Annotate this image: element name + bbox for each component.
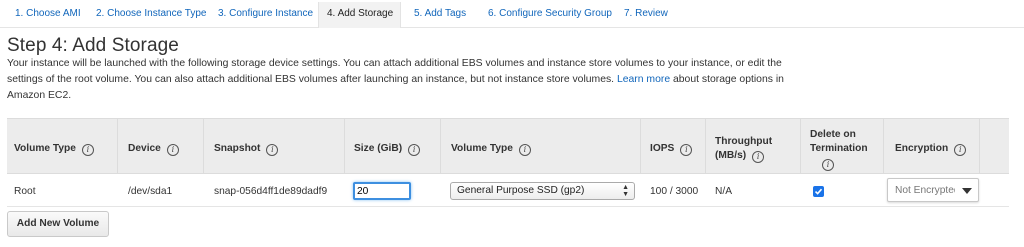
header-label: Device — [128, 143, 161, 154]
info-icon[interactable]: i — [266, 144, 279, 156]
header-label: Size (GiB) — [354, 143, 403, 154]
info-icon[interactable]: i — [518, 144, 531, 156]
updown-arrows-icon: ▲ ▼ — [622, 184, 629, 198]
delete-on-termination-checkbox[interactable] — [813, 186, 824, 197]
column-divider — [440, 119, 441, 173]
header-label: Delete on — [810, 129, 856, 140]
cell-throughput: N/A — [715, 186, 732, 197]
header-throughput: Throughput (MB/s) i — [715, 135, 772, 163]
header-delete-on-termination: Delete on Termination i — [810, 128, 868, 171]
info-icon[interactable]: i — [166, 144, 179, 156]
header-label: Encryption — [895, 143, 949, 154]
tab-add-storage[interactable]: 4. Add Storage — [327, 8, 393, 19]
header-label-unit: (MB/s) — [715, 150, 747, 161]
info-icon[interactable]: i — [408, 144, 421, 156]
header-label: IOPS — [650, 143, 675, 154]
page-title: Step 4: Add Storage — [7, 35, 179, 56]
tab-choose-ami[interactable]: 1. Choose AMI — [15, 8, 81, 19]
caret-down-icon — [962, 188, 972, 194]
info-icon[interactable]: i — [954, 144, 967, 156]
header-iops: IOPS i — [650, 142, 693, 156]
header-label: Snapshot — [214, 143, 261, 154]
header-volume-type: Volume Type i — [14, 142, 94, 156]
table-header: Volume Type i Device i Snapshot i Size (GiB… — [7, 118, 1009, 174]
volume-type-value: General Purpose SSD (gp2) — [457, 185, 585, 196]
column-divider — [705, 119, 706, 173]
header-encryption: Encryption i — [895, 142, 967, 156]
info-icon[interactable]: i — [822, 159, 834, 171]
tab-configure-instance[interactable]: 3. Configure Instance — [218, 8, 313, 19]
header-snapshot: Snapshot i — [214, 142, 279, 156]
header-size: Size (GiB) i — [354, 142, 421, 156]
header-label: Volume Type — [14, 143, 76, 154]
encryption-select[interactable]: Not Encrypted — [887, 178, 979, 202]
table-row: Root /dev/sda1 snap-056d4ff1de89dadf9 Ge… — [7, 175, 1009, 207]
cell-snapshot: snap-056d4ff1de89dadf9 — [214, 186, 328, 197]
cell-device: /dev/sda1 — [128, 186, 173, 197]
wizard-steps: 1. Choose AMI 2. Choose Instance Type 3.… — [0, 0, 1024, 28]
column-divider — [117, 119, 118, 173]
encryption-value: Not Encrypted — [895, 185, 955, 196]
header-label: Volume Type — [451, 143, 513, 154]
cell-iops: 100 / 3000 — [650, 186, 699, 197]
add-new-volume-button[interactable]: Add New Volume — [7, 211, 109, 237]
tab-choose-instance-type[interactable]: 2. Choose Instance Type — [96, 8, 206, 19]
header-ebs-volume-type: Volume Type i — [451, 142, 531, 156]
info-icon[interactable]: i — [752, 151, 765, 163]
info-icon[interactable]: i — [81, 144, 94, 156]
column-divider — [800, 119, 801, 173]
column-divider — [979, 119, 980, 173]
column-divider — [883, 119, 884, 173]
page-description: Your instance will be launched with the … — [7, 56, 797, 104]
header-device: Device i — [128, 142, 179, 156]
column-divider — [203, 119, 204, 173]
cell-volume-type: Root — [14, 186, 36, 197]
tab-review[interactable]: 7. Review — [624, 8, 668, 19]
volume-type-select[interactable]: General Purpose SSD (gp2) ▲ ▼ — [450, 182, 635, 200]
tab-add-tags[interactable]: 5. Add Tags — [414, 8, 466, 19]
header-label: Throughput — [715, 136, 773, 147]
column-divider — [344, 119, 345, 173]
tab-configure-security-group[interactable]: 6. Configure Security Group — [488, 8, 612, 19]
checkmark-icon — [814, 188, 823, 195]
info-icon[interactable]: i — [680, 144, 693, 156]
size-input[interactable] — [353, 182, 411, 200]
learn-more-link[interactable]: Learn more — [617, 74, 670, 85]
header-label-2: Termination — [810, 143, 868, 154]
column-divider — [640, 119, 641, 173]
